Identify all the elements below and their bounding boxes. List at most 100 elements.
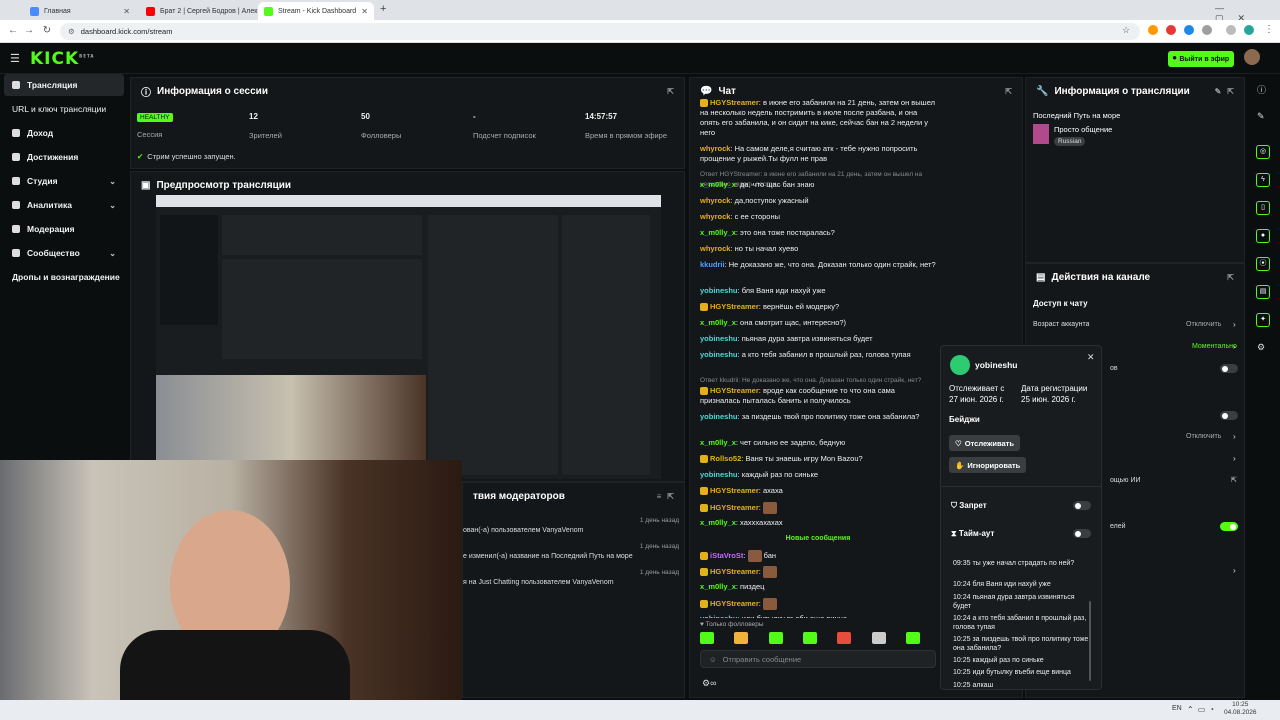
- chat-username[interactable]: yobineshu: [700, 614, 738, 618]
- popout-icon[interactable]: ⇱: [667, 492, 674, 501]
- emote-icon[interactable]: [700, 632, 714, 644]
- chat-username[interactable]: yobineshu: [700, 412, 738, 421]
- popout-icon[interactable]: ⇱: [1227, 87, 1234, 96]
- external-link-icon[interactable]: ⇱: [1231, 476, 1237, 484]
- disable-value[interactable]: Отключить: [1186, 433, 1221, 440]
- menu-icon[interactable]: ⋮: [1264, 24, 1274, 35]
- address-bar[interactable]: ⚙ dashboard.kick.com/stream: [60, 23, 1140, 40]
- extensions-icon[interactable]: [1202, 25, 1212, 35]
- sidebar-item-community[interactable]: Сообщество ⌄: [4, 242, 124, 264]
- browser-tab[interactable]: Главная ✕: [24, 2, 136, 20]
- chat-username[interactable]: yobineshu: [700, 470, 738, 479]
- scrollbar[interactable]: [1089, 601, 1091, 681]
- chat-username[interactable]: x_m0lly_x: [700, 318, 736, 327]
- emoji-icon[interactable]: ☺: [709, 655, 717, 664]
- clock[interactable]: 10:25 04.08.2026: [1224, 701, 1257, 717]
- chat-username[interactable]: HGYStreamer: [710, 386, 759, 395]
- close-icon[interactable]: ✕: [1087, 352, 1095, 363]
- chat-icon[interactable]: ●: [1256, 229, 1270, 243]
- kick-logo[interactable]: KICKBETA: [30, 49, 94, 69]
- info-icon[interactable]: ⓘ: [1257, 83, 1266, 96]
- chevron-right-icon[interactable]: ›: [1233, 454, 1236, 463]
- sidebar-item-moderation[interactable]: Модерация: [4, 218, 124, 240]
- sidebar-item-analytics[interactable]: Аналитика ⌄: [4, 194, 124, 216]
- chat-username[interactable]: HGYStreamer: [710, 98, 759, 107]
- chat-username[interactable]: whyrock: [700, 212, 730, 221]
- chat-username[interactable]: whyrock: [700, 144, 730, 153]
- emote-icon[interactable]: [905, 632, 920, 644]
- broadcast-icon[interactable]: ⦿: [1256, 257, 1270, 271]
- emote-icon[interactable]: [871, 632, 886, 644]
- sidebar-item-stream-key[interactable]: URL и ключ трансляции: [4, 98, 124, 120]
- language-indicator[interactable]: EN: [1172, 705, 1182, 712]
- sidebar-item-achievements[interactable]: Достижения: [4, 146, 124, 168]
- toggle-switch[interactable]: [1220, 411, 1238, 420]
- ban-toggle[interactable]: [1073, 501, 1091, 510]
- sidebar-item-drops[interactable]: Дропы и вознаграждение: [4, 266, 124, 288]
- go-live-button[interactable]: ⏺ Выйти в эфир: [1168, 51, 1234, 67]
- stream-preview-video[interactable]: [156, 195, 661, 479]
- page-icon[interactable]: ▯: [1256, 201, 1270, 215]
- browser-tab[interactable]: Брат 2 | Сергей Бодров | Алек ✕: [140, 2, 258, 20]
- chat-username[interactable]: x_m0lly_x: [700, 180, 736, 189]
- chat-username[interactable]: HGYStreamer: [710, 302, 759, 311]
- chat-username[interactable]: iStaVroSt: [710, 551, 743, 560]
- chat-username[interactable]: HGYStreamer: [710, 486, 759, 495]
- popout-icon[interactable]: ⇱: [667, 87, 674, 96]
- extension-icon[interactable]: [1148, 25, 1158, 35]
- chat-username[interactable]: Rollso52: [710, 454, 741, 463]
- chevron-right-icon[interactable]: ›: [1233, 320, 1236, 329]
- chat-settings-icon[interactable]: ⚙∞: [702, 678, 716, 689]
- toggle-switch[interactable]: [1220, 522, 1238, 531]
- new-tab-icon[interactable]: +: [380, 3, 386, 15]
- sidepanel-icon[interactable]: [1226, 25, 1236, 35]
- tray-icons[interactable]: ⌃▭◔: [1187, 705, 1218, 714]
- chevron-right-icon[interactable]: ›: [1233, 432, 1236, 441]
- filter-icon[interactable]: ≡: [657, 492, 662, 501]
- chat-input[interactable]: ☺ Отправить сообщение: [700, 650, 936, 668]
- instant-value[interactable]: Моментально: [1192, 343, 1237, 350]
- site-info-icon[interactable]: ⚙: [68, 27, 75, 36]
- account-age-value[interactable]: Отключить: [1186, 321, 1221, 328]
- close-icon[interactable]: ✕: [123, 7, 130, 16]
- chevron-right-icon[interactable]: ›: [1233, 566, 1236, 575]
- camera-icon[interactable]: ◎: [1256, 145, 1270, 159]
- reload-icon[interactable]: ↻: [40, 24, 54, 38]
- chat-username[interactable]: kkudrii: [700, 260, 725, 269]
- browser-tab-active[interactable]: Stream - Kick Dashboard ✕: [258, 2, 374, 20]
- chat-username[interactable]: yobineshu: [700, 286, 738, 295]
- chat-username[interactable]: yobineshu: [700, 334, 738, 343]
- lightning-icon[interactable]: ϟ: [1256, 173, 1270, 187]
- emote-icon[interactable]: [768, 632, 783, 644]
- edit-icon[interactable]: ✎: [1215, 87, 1222, 96]
- chat-username[interactable]: whyrock: [700, 244, 730, 253]
- forward-icon[interactable]: →: [22, 24, 36, 38]
- chat-username[interactable]: x_m0lly_x: [700, 228, 736, 237]
- emote-icon[interactable]: [837, 632, 852, 644]
- sidebar-item-revenue[interactable]: Доход: [4, 122, 124, 144]
- follow-button[interactable]: ♡ Отслеживать: [949, 435, 1020, 451]
- edit-icon[interactable]: ✎: [1257, 111, 1265, 122]
- chat-username[interactable]: HGYStreamer: [710, 503, 759, 512]
- chat-username[interactable]: whyrock: [700, 196, 730, 205]
- sidebar-item-studio[interactable]: Студия ⌄: [4, 170, 124, 192]
- chat-username[interactable]: HGYStreamer: [710, 567, 759, 576]
- bookmark-icon[interactable]: ☆: [1122, 25, 1130, 36]
- ignore-button[interactable]: ✋ Игнорировать: [949, 457, 1027, 473]
- back-icon[interactable]: ←: [6, 24, 20, 38]
- profile-avatar[interactable]: [1244, 25, 1254, 35]
- toggle-switch[interactable]: [1220, 364, 1238, 373]
- extension-icon[interactable]: [1184, 25, 1194, 35]
- chevron-right-icon[interactable]: ›: [1233, 342, 1236, 351]
- stack-icon[interactable]: ▤: [1256, 285, 1270, 299]
- popout-icon[interactable]: ⇱: [1227, 273, 1234, 282]
- wrench-icon[interactable]: ✦: [1256, 313, 1270, 327]
- chat-username[interactable]: x_m0lly_x: [700, 438, 736, 447]
- emote-icon[interactable]: [734, 632, 749, 644]
- chat-username[interactable]: x_m0lly_x: [700, 582, 736, 591]
- chat-username[interactable]: HGYStreamer: [710, 599, 759, 608]
- chat-username[interactable]: x_m0lly_x: [700, 518, 736, 527]
- popout-icon[interactable]: ⇱: [1005, 87, 1012, 96]
- close-icon[interactable]: ✕: [361, 7, 368, 16]
- sidebar-item-stream[interactable]: Трансляция: [4, 74, 124, 96]
